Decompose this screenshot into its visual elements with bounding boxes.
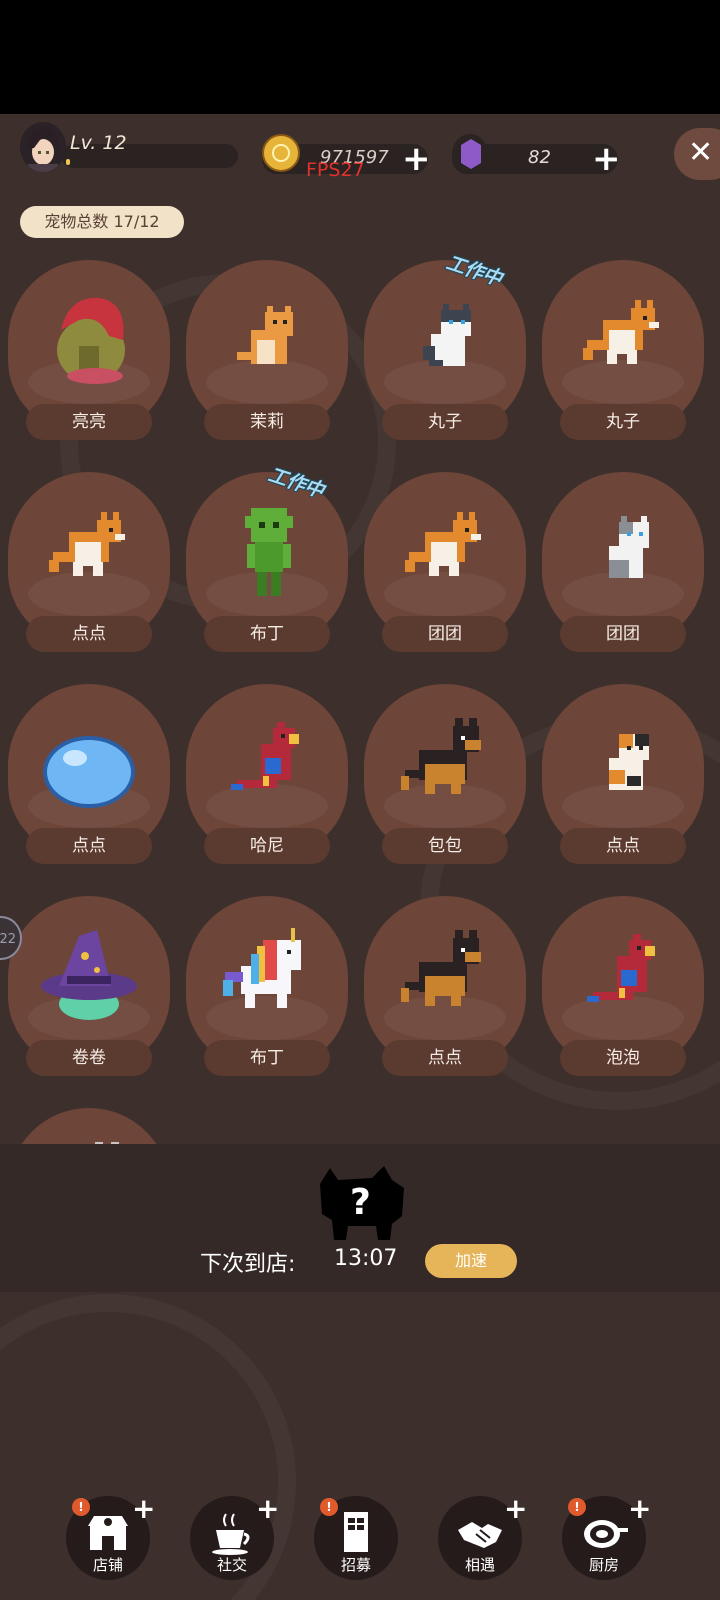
shop-icon: [88, 1516, 128, 1550]
plus-icon: +: [628, 1492, 652, 1525]
blue-slime-icon: [43, 736, 135, 808]
white-gray-cat-icon: [609, 516, 649, 578]
pet-card[interactable]: 团团: [364, 472, 526, 660]
pet-card[interactable]: 泡泡: [542, 896, 704, 1084]
pet-name: 丸子: [382, 404, 508, 440]
add-gems-button[interactable]: +: [592, 142, 621, 176]
level-progress-fill: [66, 159, 70, 165]
nav-label: 厨房: [588, 1556, 619, 1574]
pet-card[interactable]: 丸子: [364, 260, 526, 448]
nav-label: 招募: [340, 1556, 371, 1574]
nav-label: 社交: [216, 1556, 247, 1574]
green-goblin-icon: [245, 508, 293, 596]
nav-label: 相遇: [464, 1556, 495, 1574]
pet-name: 点点: [26, 828, 152, 864]
pet-card[interactable]: 点点: [8, 684, 170, 872]
pet-name: 点点: [26, 616, 152, 652]
player-level: Lv. 12: [70, 132, 127, 154]
handshake-icon: [458, 1522, 502, 1548]
next-visit-time: 13:07: [334, 1246, 398, 1271]
door-icon: [344, 1512, 368, 1552]
plus-icon: +: [256, 1492, 280, 1525]
pet-room-screen: Lv. 12 971597 + FPS27 82 + ✕ 宠物总数 17/12 …: [0, 114, 720, 1600]
unknown-pet-silhouette-icon: ?: [320, 1166, 404, 1240]
red-parrot-icon: [587, 934, 655, 1002]
alert-icon: !: [320, 1498, 338, 1516]
avatar-portrait-icon: [28, 127, 59, 172]
pet-card[interactable]: 布丁: [186, 896, 348, 1084]
orange-cat-icon: [237, 306, 293, 364]
pet-name: 点点: [382, 1040, 508, 1076]
next-visit-label: 下次到店:: [200, 1252, 296, 1277]
calico-cat-icon: [609, 734, 649, 790]
pet-name: 哈尼: [204, 828, 330, 864]
wizard-hat-slime-icon: [41, 930, 137, 1020]
gem-icon: [452, 134, 488, 174]
pet-card[interactable]: 点点: [542, 684, 704, 872]
siamese-cat-icon: [423, 304, 471, 366]
player-avatar[interactable]: [20, 122, 66, 172]
pet-name: 团团: [382, 616, 508, 652]
corgi-icon: [405, 512, 481, 576]
corgi-icon: [49, 512, 125, 576]
nav-button[interactable]: 招募!: [314, 1496, 398, 1580]
pet-name: 卷卷: [26, 1040, 152, 1076]
plus-icon: +: [132, 1492, 156, 1525]
alert-icon: !: [72, 1498, 90, 1516]
german-shepherd-icon: [401, 930, 481, 1006]
pet-card[interactable]: 茉莉: [186, 260, 348, 448]
close-button[interactable]: ✕: [674, 128, 720, 180]
pet-name: 团团: [560, 616, 686, 652]
nav-button[interactable]: 相遇 +: [438, 1492, 527, 1580]
pet-name: 亮亮: [26, 404, 152, 440]
add-coins-button[interactable]: +: [402, 142, 431, 176]
fps-counter: FPS27: [306, 159, 365, 181]
pet-card[interactable]: 亮亮: [8, 260, 170, 448]
pet-name: 丸子: [560, 404, 686, 440]
rainbow-unicorn-icon: [223, 928, 301, 1008]
pet-card[interactable]: 包包: [364, 684, 526, 872]
pet-card[interactable]: 团团: [542, 472, 704, 660]
frying-pan-icon: [584, 1520, 628, 1548]
red-parrot-icon: [231, 722, 299, 790]
pet-card[interactable]: 点点: [364, 896, 526, 1084]
pet-card[interactable]: 丸子: [542, 260, 704, 448]
pet-count-badge: 宠物总数 17/12: [20, 206, 184, 238]
nav-button[interactable]: 社交 +: [190, 1492, 279, 1580]
pet-name: 布丁: [204, 616, 330, 652]
pet-name: 泡泡: [560, 1040, 686, 1076]
nav-button[interactable]: 厨房! +: [562, 1492, 651, 1580]
unknown-pet-mark: ?: [350, 1182, 371, 1223]
alert-icon: !: [568, 1498, 586, 1516]
nav-button[interactable]: 店铺! +: [66, 1492, 155, 1580]
pet-card[interactable]: 点点: [8, 472, 170, 660]
speed-up-button[interactable]: 加速: [425, 1244, 517, 1278]
pet-name: 包包: [382, 828, 508, 864]
coffee-cup-icon: [212, 1513, 250, 1555]
plus-icon: +: [504, 1492, 528, 1525]
pet-name: 茉莉: [204, 404, 330, 440]
spartan-helmet-pet-icon: [57, 297, 125, 384]
gem-amount: 82: [528, 147, 551, 168]
corgi-icon: [583, 300, 659, 364]
close-icon: ✕: [688, 135, 714, 170]
coin-icon: [262, 134, 300, 172]
pet-name: 点点: [560, 828, 686, 864]
pet-name: 布丁: [204, 1040, 330, 1076]
pet-card[interactable]: 哈尼: [186, 684, 348, 872]
german-shepherd-icon: [401, 718, 481, 794]
pet-card[interactable]: 布丁: [186, 472, 348, 660]
pet-card[interactable]: 卷卷: [8, 896, 170, 1084]
nav-label: 店铺: [92, 1556, 123, 1574]
